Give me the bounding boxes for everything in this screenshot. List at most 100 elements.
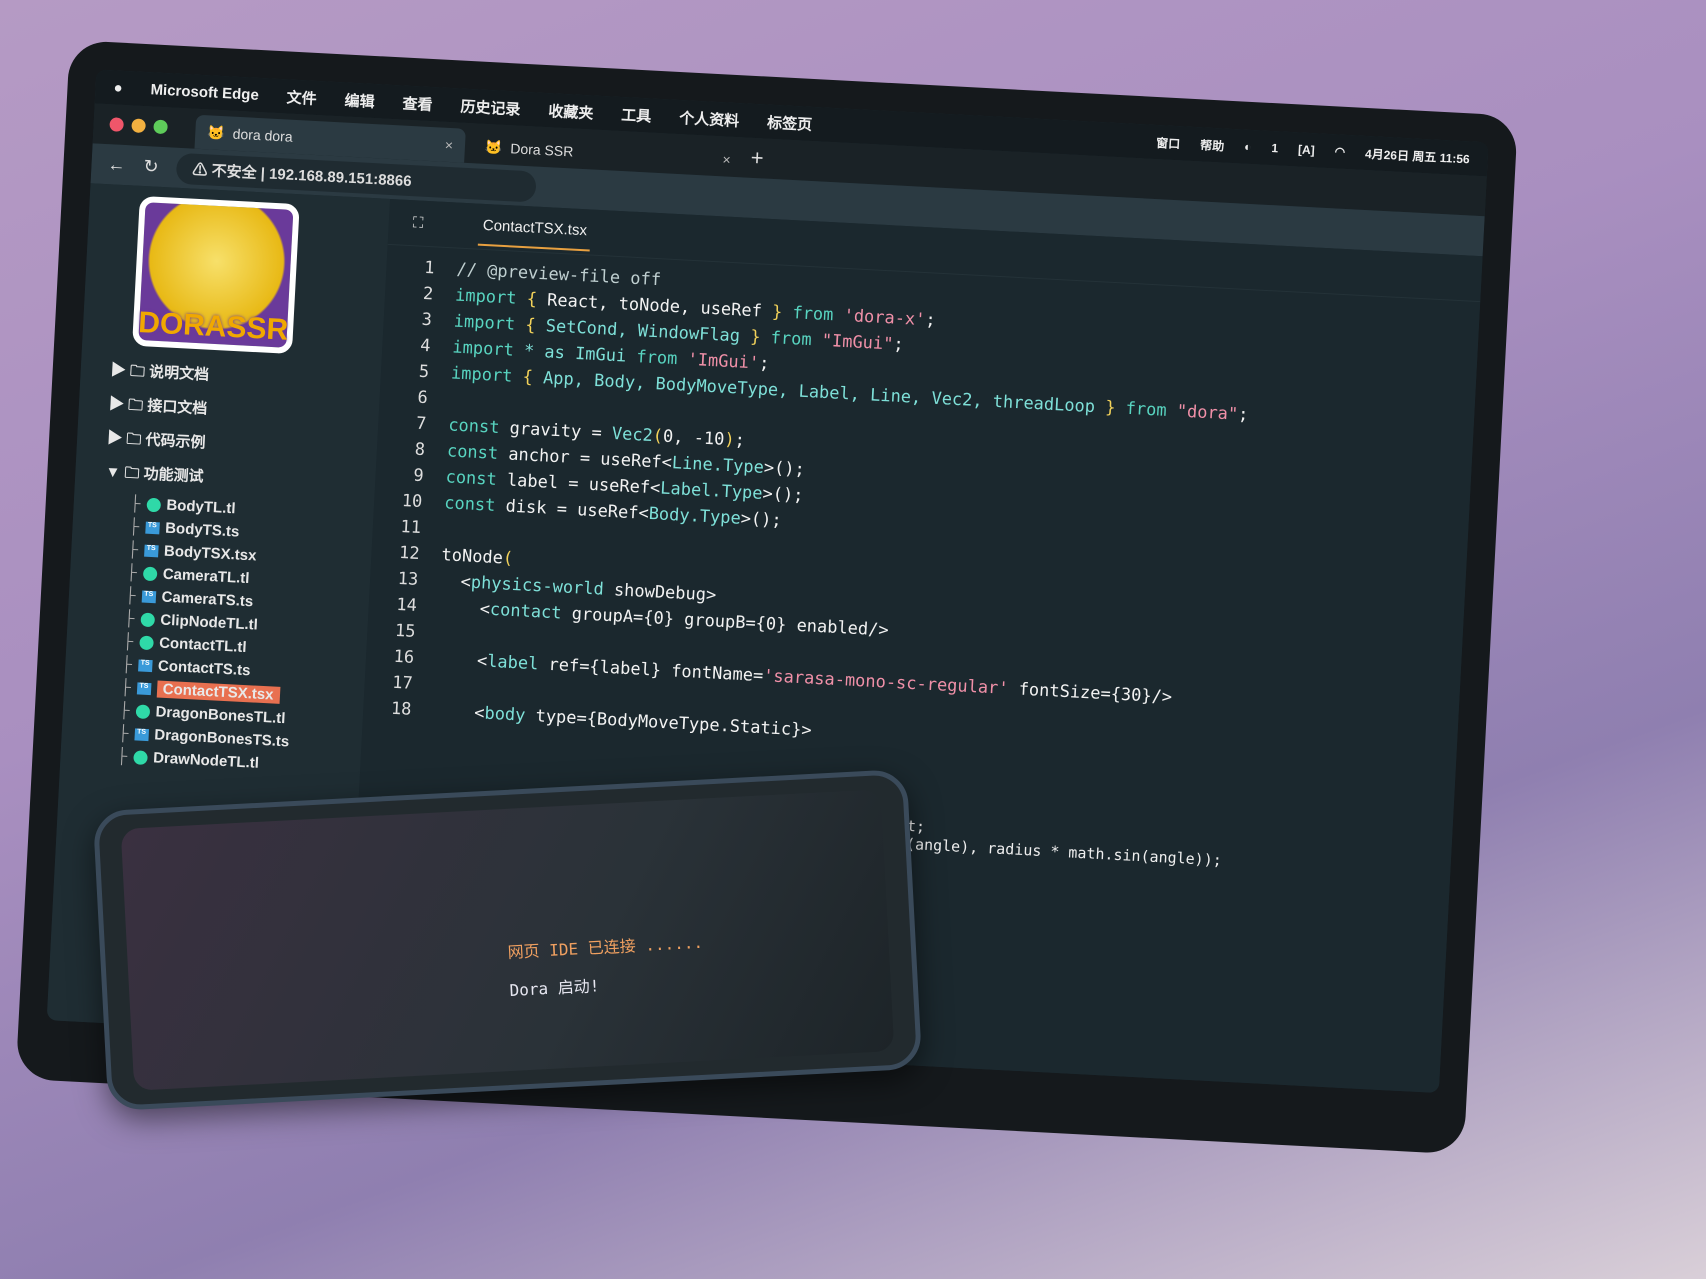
folder-name: 代码示例 — [145, 431, 206, 452]
code-token: < — [439, 571, 472, 593]
favicon-icon: 🐱 — [206, 123, 226, 141]
teal-file-icon — [146, 497, 161, 512]
line-number: 13 — [397, 568, 419, 590]
code-token: ; — [1237, 404, 1249, 426]
apple-icon[interactable]: ● — [113, 79, 123, 96]
tree-branch: ├ — [125, 563, 138, 582]
teal-file-icon — [140, 611, 155, 627]
code-token: Label.Type — [659, 478, 764, 504]
code-token: } — [1104, 397, 1127, 419]
menu-history[interactable]: 历史记录 — [460, 95, 521, 119]
code-token: Line.Type — [671, 453, 765, 478]
line-number: 8 — [414, 439, 426, 461]
code-token: { — [524, 315, 547, 337]
tree-branch: ├ — [119, 678, 132, 697]
wifi-icon[interactable]: ◠ — [1334, 144, 1345, 159]
code-token: body — [483, 703, 537, 727]
code-token: 'ImGui' — [687, 349, 760, 374]
line-number: 16 — [393, 646, 415, 668]
teal-file-icon — [132, 749, 148, 765]
datetime[interactable]: 4月26日 周五 11:56 — [1365, 144, 1470, 166]
typescript-file-icon: TS — [136, 681, 152, 695]
code-token: 'dora-x' — [843, 305, 926, 331]
security-label: 不安全 — [211, 162, 258, 182]
code-token: } — [771, 302, 794, 324]
tree-branch: ├ — [116, 747, 128, 765]
back-icon[interactable]: ← — [107, 154, 126, 176]
line-number: 2 — [422, 283, 434, 305]
code-token: Vec2 — [611, 423, 654, 447]
log-line: Dora 启动! — [509, 976, 600, 1000]
file-name: CameraTL.tl — [162, 565, 250, 588]
folder-icon: 🗀 — [125, 430, 142, 449]
new-tab-button[interactable]: + — [750, 145, 764, 172]
file-name: CameraTS.ts — [161, 588, 254, 611]
warning-icon: ⚠ — [192, 161, 213, 180]
close-window-button[interactable] — [109, 117, 124, 132]
code-token: < — [438, 597, 491, 620]
code-token: import — [454, 285, 528, 310]
typescript-file-icon: TS — [143, 544, 159, 557]
line-number: 12 — [398, 542, 421, 564]
tree-branch: ├ — [124, 586, 137, 605]
menu-edit[interactable]: 编辑 — [344, 89, 375, 112]
wechat-icon[interactable]: ◐ — [1244, 140, 1252, 154]
phone: 网页 IDE 已连接 ...... Dora 启动! — [92, 768, 923, 1112]
code-token: const — [447, 415, 511, 439]
expand-icon[interactable]: ⛶ — [412, 214, 423, 232]
menu-tabs[interactable]: 标签页 — [767, 111, 813, 134]
maximize-window-button[interactable] — [153, 119, 168, 135]
tree-branch: ├ — [120, 655, 133, 674]
menu-app-name[interactable]: Microsoft Edge — [150, 81, 259, 104]
code-token: >(); — [763, 457, 806, 481]
folder-icon: 🗀 — [127, 396, 144, 415]
tree-branch: ├ — [117, 724, 129, 742]
typescript-file-icon: TS — [141, 590, 156, 603]
code-token: from — [635, 347, 689, 370]
input-method-icon[interactable]: [A] — [1298, 142, 1315, 157]
code-token: const — [445, 467, 508, 491]
menu-profile[interactable]: 个人资料 — [679, 107, 740, 131]
menu-view[interactable]: 查看 — [402, 92, 433, 115]
code-token: { — [522, 367, 544, 389]
code-token: toNode — [441, 545, 504, 569]
tree-branch: ├ — [123, 609, 135, 628]
file-name: BodyTL.tl — [165, 496, 236, 518]
tree-branch: ├ — [126, 540, 139, 559]
menu-help[interactable]: 帮助 — [1200, 136, 1225, 154]
menu-favorites[interactable]: 收藏夹 — [548, 100, 594, 123]
file-name: BodyTSX.tsx — [163, 542, 257, 565]
file-name: BodyTS.ts — [164, 519, 240, 541]
folder-name: 功能测试 — [143, 465, 204, 486]
code-token: contact — [489, 599, 573, 625]
folder-icon: 🗀 — [124, 464, 140, 483]
code-token: >(); — [740, 508, 783, 531]
line-number: 4 — [419, 335, 431, 357]
code-token: import — [451, 337, 525, 362]
line-number: 15 — [394, 620, 417, 642]
minimize-window-button[interactable] — [131, 118, 146, 134]
line-number: 10 — [401, 491, 423, 513]
tree-branch: ├ — [122, 632, 134, 651]
code-token: from — [791, 303, 845, 326]
wechat-badge: 1 — [1271, 141, 1279, 156]
editor-tab[interactable]: ContactTSX.tsx — [477, 206, 592, 252]
code-token: import — [450, 363, 524, 388]
caret-down-icon: ▼ — [104, 463, 121, 482]
caret-right-icon: ▶ — [110, 361, 127, 380]
code-token: } — [749, 327, 772, 349]
close-tab-icon[interactable]: × — [444, 137, 453, 153]
teal-file-icon — [138, 634, 154, 650]
menu-window[interactable]: 窗口 — [1156, 134, 1181, 152]
reload-icon[interactable]: ↻ — [143, 156, 159, 178]
code-token: ; — [758, 353, 770, 375]
log-line: 网页 IDE 已连接 ...... — [507, 932, 704, 962]
close-tab-icon[interactable]: × — [722, 151, 731, 167]
menu-file[interactable]: 文件 — [286, 86, 317, 109]
code-token: 0, -10 — [662, 426, 725, 450]
code-token: ; — [734, 430, 746, 451]
code-token: import — [453, 311, 526, 336]
line-number: 9 — [412, 465, 425, 487]
line-number: 7 — [415, 413, 427, 435]
menu-tools[interactable]: 工具 — [621, 103, 652, 126]
